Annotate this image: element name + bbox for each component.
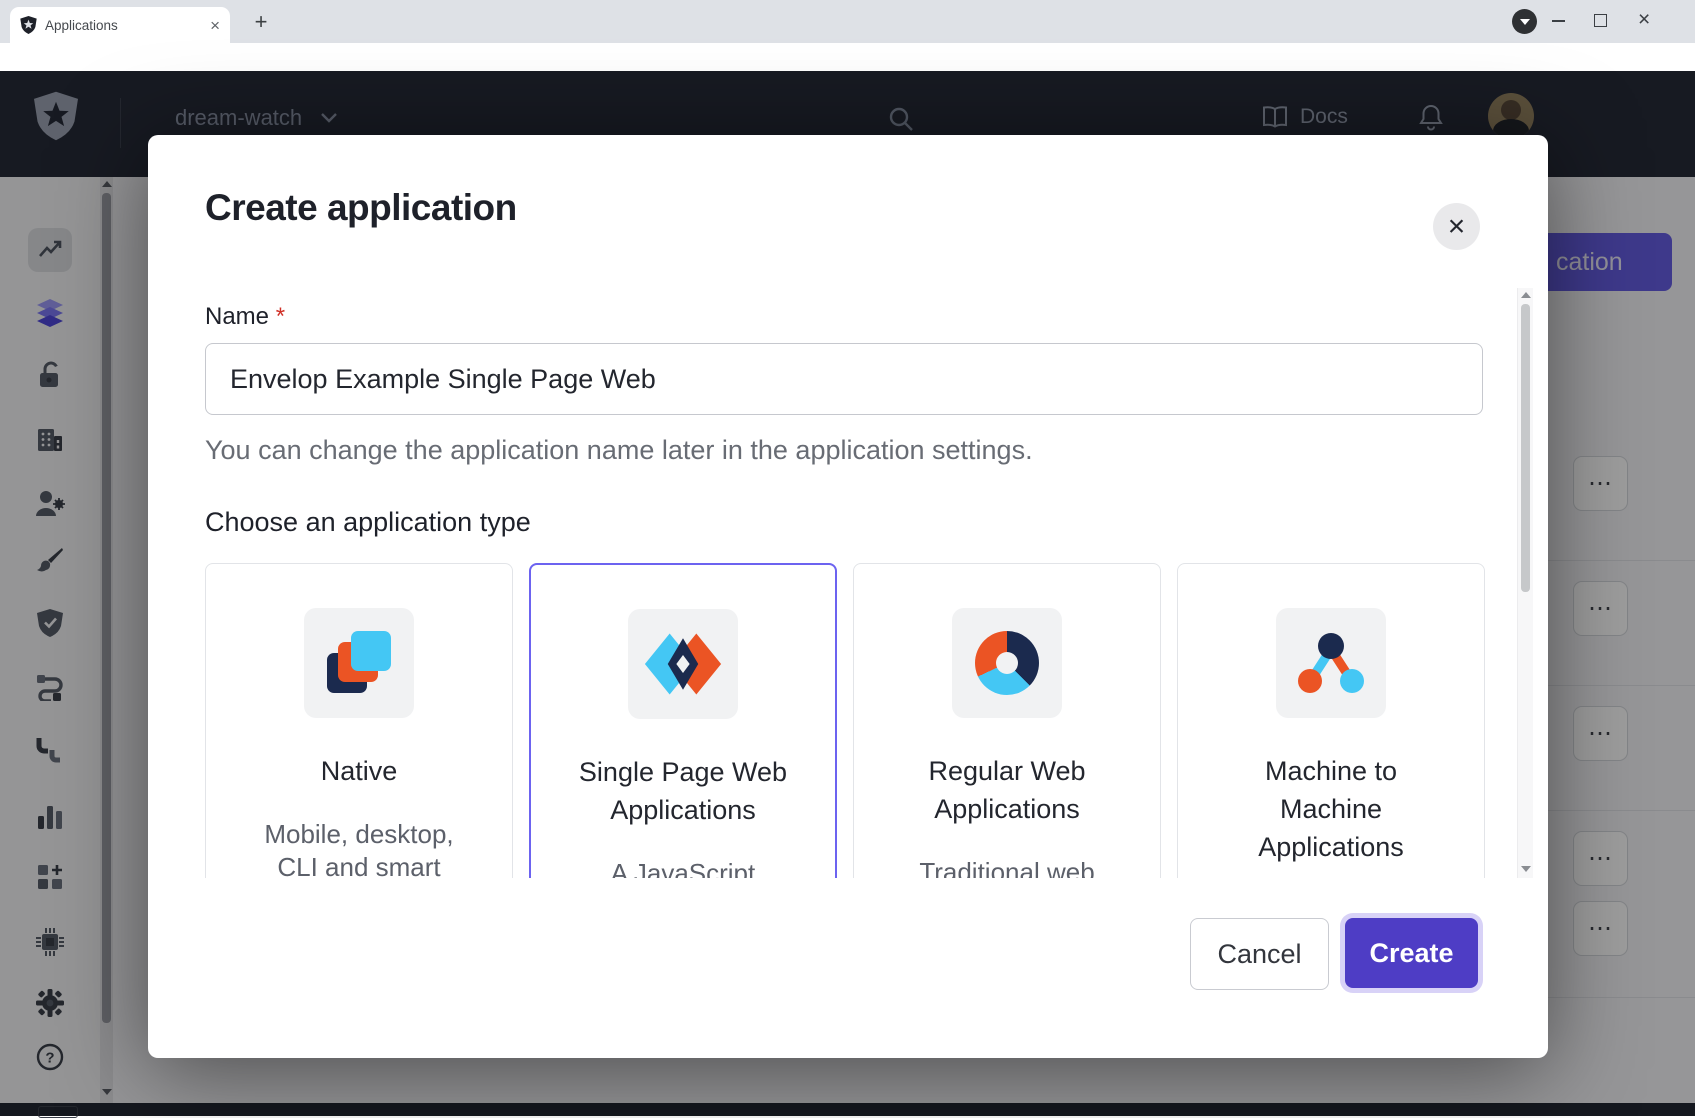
- machine-to-machine-icon: [1276, 608, 1386, 718]
- browser-toolbar: manage.auth0.com/dashboard/eu/dream-watc…: [0, 43, 1695, 72]
- card-desc-line: CLI and smart: [206, 851, 512, 878]
- card-description: Traditional web: [854, 856, 1160, 878]
- card-title: Native: [206, 752, 512, 790]
- cancel-button[interactable]: Cancel: [1190, 918, 1329, 990]
- card-title-line: Single Page Web: [531, 753, 835, 791]
- application-name-input[interactable]: [205, 343, 1483, 415]
- create-button[interactable]: Create: [1345, 918, 1478, 988]
- card-regular-web[interactable]: Regular Web Applications Traditional web: [853, 563, 1161, 878]
- modal-scroll-thumb[interactable]: [1521, 304, 1530, 592]
- card-title-line: Machine to: [1178, 752, 1484, 790]
- auth0-favicon-icon: [20, 16, 37, 34]
- card-description: Mobile, desktop, CLI and smart: [206, 818, 512, 878]
- card-desc-line: Traditional web: [854, 856, 1160, 878]
- modal-body: Name * You can change the application na…: [148, 285, 1532, 878]
- card-single-page-web[interactable]: Single Page Web Applications A JavaScrip…: [529, 563, 837, 878]
- card-native[interactable]: Native Mobile, desktop, CLI and smart: [205, 563, 513, 878]
- screenshot-root: { "browser": { "tab": {"title": "Applica…: [0, 0, 1695, 1116]
- modal-close-button[interactable]: ×: [1433, 203, 1480, 250]
- modal-scrollbar[interactable]: [1517, 288, 1533, 878]
- chevron-down-icon: [1520, 19, 1530, 25]
- card-title: Single Page Web Applications: [531, 753, 835, 829]
- card-title-line: Regular Web: [854, 752, 1160, 790]
- tab-title: Applications: [45, 18, 210, 33]
- regular-web-app-icon: [952, 608, 1062, 718]
- card-title-line: Machine: [1178, 790, 1484, 828]
- create-application-modal: Create application × Name * You can chan…: [148, 135, 1548, 1058]
- browser-update-indicator[interactable]: [1512, 9, 1537, 34]
- card-title: Regular Web Applications: [854, 752, 1160, 828]
- scroll-down-icon[interactable]: [1521, 866, 1531, 872]
- modal-title: Create application: [205, 187, 517, 229]
- window-maximize-button[interactable]: [1594, 14, 1607, 27]
- card-desc-line: Mobile, desktop,: [206, 818, 512, 851]
- scroll-up-icon[interactable]: [1521, 292, 1531, 298]
- name-field-label: Name *: [205, 303, 285, 331]
- card-title-line: Applications: [531, 791, 835, 829]
- tab-close-icon[interactable]: ×: [210, 17, 220, 34]
- card-description: A JavaScript: [531, 857, 835, 878]
- card-title-line: Applications: [1178, 828, 1484, 866]
- window-close-button[interactable]: ×: [1638, 8, 1650, 32]
- required-asterisk: *: [276, 303, 285, 330]
- name-helper-text: You can change the application name late…: [205, 435, 1033, 466]
- single-page-app-icon: [628, 609, 738, 719]
- native-icon: [304, 608, 414, 718]
- card-machine-to-machine[interactable]: Machine to Machine Applications: [1177, 563, 1485, 878]
- card-title-line: Applications: [854, 790, 1160, 828]
- application-type-label: Choose an application type: [205, 507, 531, 538]
- application-type-cards: Native Mobile, desktop, CLI and smart Si…: [205, 563, 1485, 878]
- name-label-text: Name: [205, 303, 269, 330]
- card-desc-line: A JavaScript: [531, 857, 835, 878]
- browser-titlebar: Applications × + ×: [0, 0, 1695, 43]
- new-tab-button[interactable]: +: [248, 9, 274, 35]
- browser-tab[interactable]: Applications ×: [10, 7, 230, 43]
- window-minimize-button[interactable]: [1552, 20, 1565, 22]
- card-title-line: Native: [206, 752, 512, 790]
- card-title: Machine to Machine Applications: [1178, 752, 1484, 866]
